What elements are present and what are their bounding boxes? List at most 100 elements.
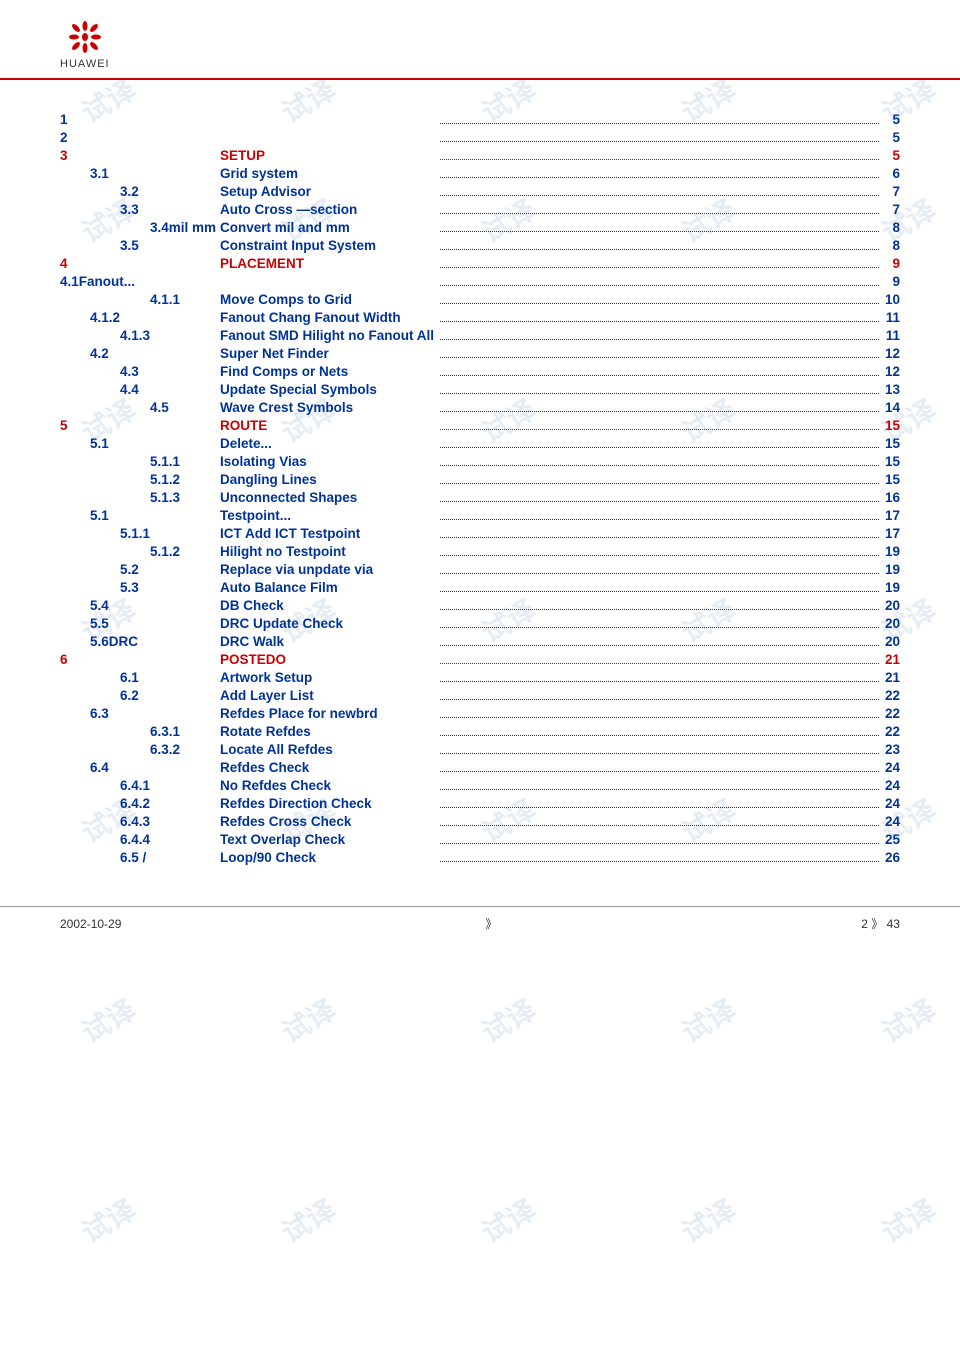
toc-page: 23 xyxy=(885,740,900,758)
toc-dots xyxy=(434,650,885,668)
toc-page: 15 xyxy=(885,434,900,452)
toc-title: Loop/90 Check xyxy=(220,848,434,866)
toc-number: 6.3.2 xyxy=(60,740,220,758)
toc-dots xyxy=(434,200,885,218)
toc-title: SETUP xyxy=(220,146,434,164)
toc-number: 5.1.2 xyxy=(60,542,220,560)
toc-dots xyxy=(434,326,885,344)
toc-title: Dangling Lines xyxy=(220,470,434,488)
toc-dots xyxy=(434,848,885,866)
toc-number: 5.4 xyxy=(60,596,220,614)
toc-page: 17 xyxy=(885,524,900,542)
toc-row: 6.4.1No Refdes Check24 xyxy=(60,776,900,794)
toc-number: 6.4.3 xyxy=(60,812,220,830)
toc-page: 8 xyxy=(885,236,900,254)
toc-number: 5.1.2 xyxy=(60,470,220,488)
toc-title: Delete... xyxy=(220,434,434,452)
toc-page: 24 xyxy=(885,794,900,812)
toc-title: Hilight no Testpoint xyxy=(220,542,434,560)
toc-dots xyxy=(434,344,885,362)
toc-table: 15253SETUP53.1Grid system63.2Setup Advis… xyxy=(60,110,900,866)
toc-dots xyxy=(434,398,885,416)
toc-row: 4.4Update Special Symbols13 xyxy=(60,380,900,398)
toc-title: PLACEMENT xyxy=(220,254,434,272)
page-header: HUAWEI xyxy=(0,0,960,80)
toc-title xyxy=(220,110,434,128)
toc-row: 5.1.2Hilight no Testpoint19 xyxy=(60,542,900,560)
toc-dots xyxy=(434,722,885,740)
toc-title: Constraint Input System xyxy=(220,236,434,254)
toc-page: 24 xyxy=(885,812,900,830)
toc-dots xyxy=(434,272,885,290)
toc-number: 6.5 / xyxy=(60,848,220,866)
toc-title: Testpoint... xyxy=(220,506,434,524)
toc-number: 4.5 xyxy=(60,398,220,416)
toc-number: 5.5 xyxy=(60,614,220,632)
toc-page: 24 xyxy=(885,776,900,794)
toc-title: Refdes Cross Check xyxy=(220,812,434,830)
toc-number: 4.3 xyxy=(60,362,220,380)
toc-row: 3.3Auto Cross —section7 xyxy=(60,200,900,218)
toc-title: Refdes Place for newbrd xyxy=(220,704,434,722)
toc-dots xyxy=(434,146,885,164)
toc-number: 4.1.2 xyxy=(60,308,220,326)
toc-row: 5.5DRC Update Check 20 xyxy=(60,614,900,632)
toc-number: 4.1.3 xyxy=(60,326,220,344)
toc-number: 5 xyxy=(60,416,220,434)
toc-page: 8 xyxy=(885,218,900,236)
toc-page: 11 xyxy=(885,308,900,326)
toc-row: 5.1.3Unconnected Shapes16 xyxy=(60,488,900,506)
toc-dots xyxy=(434,434,885,452)
toc-row: 3.2Setup Advisor7 xyxy=(60,182,900,200)
toc-page: 22 xyxy=(885,704,900,722)
toc-title: Convert mil and mm xyxy=(220,218,434,236)
toc-dots xyxy=(434,686,885,704)
toc-row: 15 xyxy=(60,110,900,128)
toc-number: 3.4mil mm xyxy=(60,218,220,236)
toc-page: 20 xyxy=(885,614,900,632)
toc-page: 5 xyxy=(885,128,900,146)
toc-dots xyxy=(434,758,885,776)
toc-number: 6.2 xyxy=(60,686,220,704)
toc-title: Refdes Check xyxy=(220,758,434,776)
toc-page: 19 xyxy=(885,560,900,578)
toc-page: 10 xyxy=(885,290,900,308)
toc-number: 4 xyxy=(60,254,220,272)
toc-row: 4.5Wave Crest Symbols 14 xyxy=(60,398,900,416)
toc-page: 19 xyxy=(885,578,900,596)
toc-number: 4.1.1 xyxy=(60,290,220,308)
toc-dots xyxy=(434,578,885,596)
toc-page: 21 xyxy=(885,650,900,668)
toc-number: 6 xyxy=(60,650,220,668)
toc-title: DB Check xyxy=(220,596,434,614)
toc-title: Rotate Refdes xyxy=(220,722,434,740)
toc-title: Super Net Finder xyxy=(220,344,434,362)
toc-row: 6.1Artwork Setup21 xyxy=(60,668,900,686)
toc-page: 9 xyxy=(885,254,900,272)
toc-page: 15 xyxy=(885,470,900,488)
toc-title: Refdes Direction Check xyxy=(220,794,434,812)
toc-row: 6.3.2Locate All Refdes23 xyxy=(60,740,900,758)
toc-page: 5 xyxy=(885,110,900,128)
footer-center: 》 xyxy=(485,915,497,932)
toc-dots xyxy=(434,668,885,686)
footer-page: 2 》 43 xyxy=(861,915,900,932)
toc-row: 3.5Constraint Input System8 xyxy=(60,236,900,254)
toc-number: 5.3 xyxy=(60,578,220,596)
toc-dots xyxy=(434,218,885,236)
toc-dots xyxy=(434,182,885,200)
toc-number: 6.4 xyxy=(60,758,220,776)
toc-title: Find Comps or Nets xyxy=(220,362,434,380)
toc-page: 14 xyxy=(885,398,900,416)
toc-title: ROUTE xyxy=(220,416,434,434)
toc-row: 4.3Find Comps or Nets 12 xyxy=(60,362,900,380)
toc-title: DRC Update Check xyxy=(220,614,434,632)
toc-row: 6POSTEDO21 xyxy=(60,650,900,668)
toc-title: Move Comps to Grid xyxy=(220,290,434,308)
toc-dots xyxy=(434,470,885,488)
toc-title: Auto Balance Film xyxy=(220,578,434,596)
toc-row: 6.4.4Text Overlap Check25 xyxy=(60,830,900,848)
toc-page: 12 xyxy=(885,362,900,380)
toc-number: 5.1 xyxy=(60,434,220,452)
toc-title: Wave Crest Symbols xyxy=(220,398,434,416)
